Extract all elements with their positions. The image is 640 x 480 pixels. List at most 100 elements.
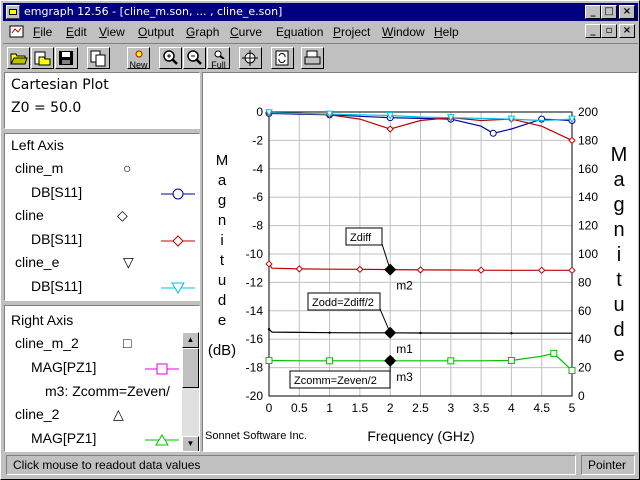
annotation-leader: [379, 308, 391, 334]
marker-label: m1: [396, 342, 413, 356]
save-button[interactable]: [55, 47, 78, 69]
data-point: [568, 266, 576, 275]
document-icon[interactable]: [9, 24, 25, 39]
data-point: [507, 357, 515, 364]
curve-measure[interactable]: DB[S11]: [31, 278, 82, 294]
x-axis-title: Frequency (GHz): [367, 428, 474, 444]
curve-measure[interactable]: MAG[PZ1]: [31, 359, 96, 375]
axis-title-letter: g: [218, 192, 226, 209]
curve-measure[interactable]: MAG[PZ1]: [31, 430, 96, 446]
y-left-tick-label: -14: [246, 304, 264, 318]
y-right-tick-label: 80: [578, 275, 592, 289]
curve-name[interactable]: cline_e: [15, 254, 59, 270]
axis-title-letter: d: [613, 319, 624, 341]
data-point: [537, 266, 546, 275]
curve-name[interactable]: cline_m_2: [15, 335, 79, 351]
axis-title-letter: e: [218, 312, 226, 329]
curve-name[interactable]: cline_2: [15, 406, 59, 422]
copy-button[interactable]: [87, 47, 110, 69]
y-right-tick-label: 160: [578, 162, 598, 176]
curve-symbol: □: [123, 335, 132, 351]
curve-symbol: △: [113, 406, 124, 422]
print-icon[interactable]: [301, 47, 324, 69]
axis-title-letter: n: [613, 219, 624, 241]
axis-title-letter: t: [220, 252, 225, 269]
menu-equation[interactable]: Equation: [276, 25, 323, 39]
full-label: Full: [211, 60, 226, 70]
mdi-close-button[interactable]: ×: [619, 24, 635, 38]
axis-title-letter: i: [617, 244, 621, 266]
mdi-restore-button[interactable]: ▫: [601, 24, 617, 38]
minimize-button[interactable]: _: [585, 5, 601, 19]
menu-curve[interactable]: Curve: [230, 25, 262, 39]
tick-labels: 0 0.5 1 1.5 2 2.5 3 3.5 4 4.5 50-2-4-6-8-10-12-14-…: [246, 105, 599, 415]
menu-edit[interactable]: Edit: [66, 25, 87, 39]
chart-svg[interactable]: 0 0.5 1 1.5 2 2.5 3 3.5 4 4.5 50-2-4-6-8-10-12-14-…: [203, 73, 637, 451]
curve-measure[interactable]: DB[S11]: [31, 184, 82, 200]
x-tick-label: 2.5: [412, 401, 429, 415]
zoom-in-icon[interactable]: [159, 47, 182, 69]
data-point: [328, 331, 331, 334]
menu-output[interactable]: Output: [138, 25, 174, 39]
refresh-icon[interactable]: [271, 47, 294, 69]
equation-label[interactable]: m3: Zcomm=Zeven/: [45, 383, 170, 399]
data-point: [568, 366, 576, 374]
y-left-tick-label: -18: [246, 361, 264, 375]
data-point: [416, 266, 425, 274]
y-left-tick-label: -10: [246, 247, 264, 261]
app-icon[interactable]: [6, 5, 20, 19]
x-tick-label: 0: [266, 401, 273, 415]
legend-circle-icon: [161, 188, 195, 200]
y-right-tick-label: 100: [578, 247, 598, 261]
y-left-tick-label: -6: [252, 190, 263, 204]
close-button[interactable]: ×: [619, 5, 635, 19]
legend-diamond-icon: [161, 235, 195, 247]
scroll-down-button[interactable]: ▼: [182, 436, 199, 451]
curve-name[interactable]: cline_m: [15, 160, 63, 176]
menu-help[interactable]: Help: [434, 25, 459, 39]
x-tick-label: 5: [569, 401, 576, 415]
maximize-button[interactable]: □: [601, 5, 617, 19]
zoom-full-button[interactable]: Full: [207, 47, 230, 70]
data-point: [568, 136, 576, 145]
zoom-out-icon[interactable]: [183, 47, 206, 69]
menu-project[interactable]: Project: [333, 25, 370, 39]
curve-measure[interactable]: DB[S11]: [31, 231, 82, 247]
axis-title-letter: M: [216, 152, 229, 169]
open-folder-button[interactable]: [7, 47, 30, 69]
vertical-scrollbar[interactable]: ▲ ▼: [182, 332, 199, 451]
scroll-up-button[interactable]: ▲: [182, 332, 199, 348]
menu-file[interactable]: File: [33, 25, 52, 39]
menu-graph[interactable]: Graph: [186, 25, 219, 39]
annotation-label: Zdiff: [350, 232, 372, 244]
data-point: [356, 265, 364, 274]
mdi-minimize-button[interactable]: _: [585, 24, 601, 38]
menu-window[interactable]: Window: [382, 25, 425, 39]
axis-title-letter: e: [613, 344, 624, 366]
new-graph-button[interactable]: New: [127, 47, 150, 70]
left-axis-unit: (dB): [208, 342, 236, 359]
x-tick-label: 1: [326, 401, 333, 415]
axis-title-letter: M: [611, 144, 628, 166]
curve-list-pane: Cartesian Plot Z0 = 50.0 Left Axis cline…: [4, 72, 200, 452]
curve-symbol: ◇: [117, 207, 128, 223]
data-point: [477, 266, 485, 274]
status-message: Click mouse to readout data values: [6, 455, 576, 475]
markers-layer: m2 m1 m3 Zdiff Zodd=Zdiff/2 Zcomm=Zeven/2: [289, 227, 413, 389]
curve-name[interactable]: cline: [15, 207, 44, 223]
axis-title-letter: t: [616, 269, 622, 291]
y-left-tick-label: -16: [246, 332, 264, 346]
legend-triangle-up-icon: [145, 434, 179, 446]
title-bar[interactable]: emgraph 12.56 - [cline_m.son, ... , clin…: [3, 3, 638, 21]
data-point: [265, 357, 273, 364]
pan-icon[interactable]: [239, 47, 262, 69]
data-point: [489, 129, 497, 137]
menu-bar: File Edit View Output Graph Curve Equati…: [3, 22, 638, 42]
scroll-thumb[interactable]: [182, 348, 199, 388]
axis-title-letter: a: [613, 169, 625, 191]
left-axis-panel: Left Axis cline_m ○ DB[S11] cline ◇ DB[S…: [4, 133, 200, 301]
plot-area[interactable]: 0 0.5 1 1.5 2 2.5 3 3.5 4 4.5 5 0 -2 -4 -6 -8 -10 -12 -14-…: [202, 72, 638, 452]
axis-title-letter: u: [613, 294, 624, 316]
menu-view[interactable]: View: [99, 25, 125, 39]
open-project-button[interactable]: [31, 47, 54, 69]
